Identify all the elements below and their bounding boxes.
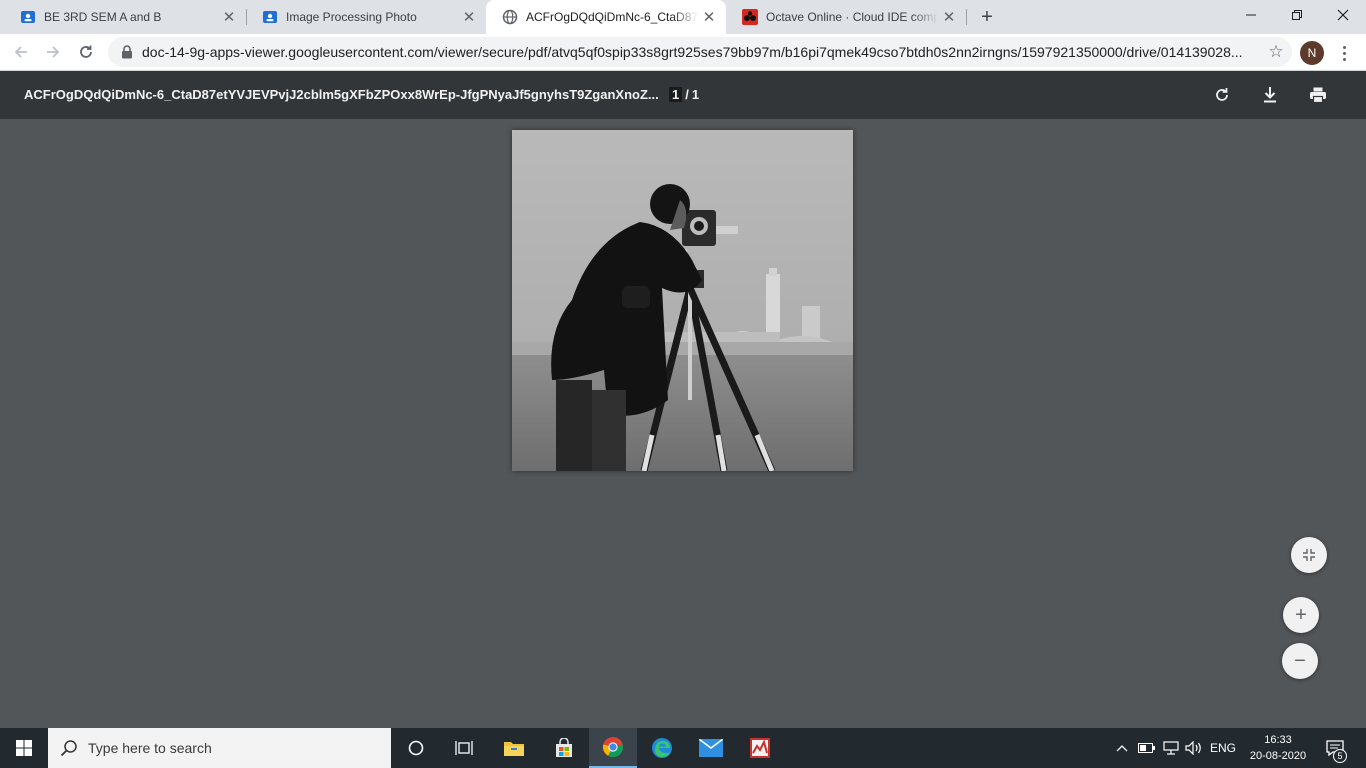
tab-title: Image Processing Photo	[286, 10, 417, 24]
language-indicator[interactable]: ENG	[1208, 728, 1238, 768]
fit-page-icon	[1303, 549, 1315, 561]
download-icon[interactable]	[1258, 83, 1282, 107]
clock-time: 16:33	[1264, 734, 1292, 746]
tab-image-processing-photo[interactable]: Image Processing Photo ✕	[246, 0, 486, 34]
total-pages: 1	[691, 87, 700, 102]
pdf-document-title: ACFrOgDQdQiDmNc-6_CtaD87etYVJEVPvjJ2cblm…	[24, 87, 659, 102]
cameraman-photo	[512, 130, 853, 471]
tab-title: ACFrOgDQdQiDmNc-6_CtaD87etYVJEVPvjJ2cblm…	[526, 10, 698, 24]
close-tab-icon[interactable]: ✕	[458, 6, 480, 28]
page-indicator: 1 / 1	[669, 87, 699, 102]
tab-title: Octave Online · Cloud IDE compatible	[766, 10, 938, 24]
notification-count-badge: 5	[1333, 749, 1347, 763]
url-text[interactable]: doc-14-9g-apps-viewer.googleusercontent.…	[142, 44, 1260, 60]
back-button[interactable]	[7, 38, 35, 66]
clock[interactable]: 16:33 20-08-2020	[1240, 732, 1316, 764]
start-button[interactable]	[0, 728, 48, 768]
tab-strip: BE 3RD SEM A and B ✕ Image Processing Ph…	[0, 0, 1366, 34]
task-view-icon[interactable]	[440, 728, 488, 768]
pdf-content-area[interactable]: + −	[0, 119, 1366, 728]
profile-avatar[interactable]: N	[1300, 41, 1324, 65]
zoom-out-button[interactable]: −	[1282, 643, 1318, 679]
microsoft-store-icon[interactable]	[540, 728, 588, 768]
google-classroom-icon	[262, 9, 278, 25]
rotate-icon[interactable]	[1210, 83, 1234, 107]
edge-icon[interactable]	[638, 728, 686, 768]
browser-menu-button[interactable]	[1334, 40, 1354, 66]
tab-pdf-document[interactable]: ACFrOgDQdQiDmNc-6_CtaD87etYVJEVPvjJ2cblm…	[486, 0, 726, 34]
print-icon[interactable]	[1306, 83, 1330, 107]
cortana-icon[interactable]	[392, 728, 440, 768]
globe-icon	[502, 9, 518, 25]
clock-date: 20-08-2020	[1249, 750, 1307, 762]
pdf-page-image	[512, 130, 853, 471]
close-tab-icon[interactable]: ✕	[938, 6, 960, 28]
forward-button[interactable]	[39, 38, 67, 66]
minimize-button[interactable]	[1228, 0, 1274, 30]
close-tab-icon[interactable]: ✕	[218, 6, 240, 28]
tab-title: BE 3RD SEM A and B	[44, 10, 162, 24]
matlab-icon[interactable]	[736, 728, 784, 768]
close-tab-icon[interactable]: ✕	[698, 6, 720, 28]
network-icon[interactable]	[1160, 728, 1182, 768]
mail-icon[interactable]	[687, 728, 735, 768]
zoom-in-button[interactable]: +	[1283, 597, 1319, 633]
tab-octave-online[interactable]: Octave Online · Cloud IDE compatible ✕	[726, 0, 967, 34]
new-tab-button[interactable]: +	[975, 5, 999, 29]
search-placeholder: Type here to search	[88, 740, 212, 756]
battery-icon[interactable]	[1137, 728, 1157, 768]
browser-toolbar: doc-14-9g-apps-viewer.googleusercontent.…	[0, 34, 1366, 71]
show-hidden-icons-button[interactable]	[1112, 728, 1132, 768]
pdf-toolbar: ACFrOgDQdQiDmNc-6_CtaD87etYVJEVPvjJ2cblm…	[0, 71, 1366, 119]
google-classroom-icon	[20, 9, 36, 25]
windows-logo-icon	[16, 740, 32, 756]
search-icon	[60, 739, 78, 757]
octave-online-icon	[742, 9, 758, 25]
lock-icon[interactable]	[112, 45, 142, 59]
chrome-icon[interactable]	[589, 728, 637, 768]
reload-button[interactable]	[72, 38, 100, 66]
page-separator: /	[685, 87, 689, 102]
tab-be-3rd-sem[interactable]: BE 3RD SEM A and B ✕	[4, 0, 247, 34]
notification-center-icon[interactable]	[1320, 728, 1350, 768]
volume-icon[interactable]	[1184, 728, 1204, 768]
restore-button[interactable]	[1274, 0, 1320, 30]
file-explorer-icon[interactable]	[490, 728, 538, 768]
taskbar-search-box[interactable]: Type here to search	[48, 728, 391, 768]
close-window-button[interactable]	[1320, 0, 1366, 30]
windows-taskbar: Type here to search ENG 16:33 20-08-2020	[0, 728, 1366, 768]
current-page-input[interactable]: 1	[669, 87, 683, 102]
tab-separator	[966, 9, 967, 25]
address-bar[interactable]: doc-14-9g-apps-viewer.googleusercontent.…	[108, 37, 1292, 67]
bookmark-star-icon[interactable]: ☆	[1260, 42, 1292, 62]
fit-to-page-button[interactable]	[1291, 537, 1327, 573]
